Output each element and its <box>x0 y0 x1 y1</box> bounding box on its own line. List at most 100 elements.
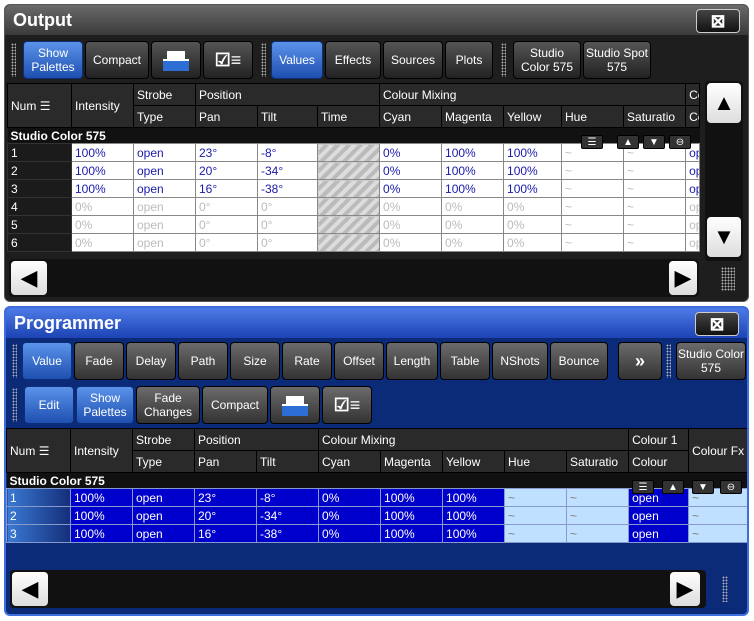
hue-column-header[interactable]: Hue <box>561 105 625 128</box>
print-button[interactable] <box>151 41 201 79</box>
checklist-button[interactable]: ☑≡ <box>203 41 253 79</box>
cyan-column-header[interactable]: Cyan <box>318 450 382 473</box>
show-palettes-button[interactable]: Show Palettes <box>23 41 83 79</box>
resize-grip[interactable] <box>722 576 728 602</box>
colour-fx-column-header[interactable]: Colour Fx <box>688 428 747 473</box>
tab-value[interactable]: Value <box>22 342 72 380</box>
horizontal-scrollbar[interactable] <box>10 570 706 608</box>
arrow-up-icon[interactable]: ▲ <box>662 480 684 494</box>
checklist-icon: ☑≡ <box>333 395 361 415</box>
magenta-column-header[interactable]: Magenta <box>441 105 505 128</box>
scroll-up-button[interactable]: ▲ <box>707 83 741 123</box>
sources-button[interactable]: Sources <box>383 41 443 79</box>
compact-button[interactable]: Compact <box>202 386 268 424</box>
colour-column-header[interactable]: Colour <box>628 450 690 473</box>
toolbar-grip[interactable] <box>666 344 671 378</box>
output-title-bar[interactable]: Output ⊠ <box>5 5 748 35</box>
print-button[interactable] <box>270 386 320 424</box>
intensity-column-header[interactable]: Intensity <box>70 428 133 473</box>
sort-icon[interactable]: ☰ <box>632 480 654 494</box>
table-row[interactable]: 60%open0°0°0%0%0%~~op <box>7 233 701 252</box>
toolbar-grip[interactable] <box>11 43 16 77</box>
studio-spot-button[interactable]: Studio Spot 575 <box>583 41 651 79</box>
tab-length[interactable]: Length <box>386 342 438 380</box>
tab-nshots[interactable]: NShots <box>492 342 548 380</box>
more-button[interactable]: » <box>618 342 662 380</box>
yellow-column-header[interactable]: Yellow <box>442 450 506 473</box>
show-palettes-button[interactable]: Show Palettes <box>76 386 134 424</box>
yellow-column-header[interactable]: Yellow <box>503 105 563 128</box>
toolbar-grip[interactable] <box>501 43 506 77</box>
compact-button[interactable]: Compact <box>85 41 149 79</box>
hue-column-header[interactable]: Hue <box>504 450 568 473</box>
scroll-right-button[interactable]: ▶ <box>670 572 700 606</box>
toolbar-grip[interactable] <box>261 43 266 77</box>
checklist-button[interactable]: ☑≡ <box>322 386 372 424</box>
studio-color-button[interactable]: Studio Color 575 <box>513 41 581 79</box>
plots-button[interactable]: Plots <box>445 41 493 79</box>
arrow-up-icon[interactable]: ▲ <box>617 135 639 149</box>
programmer-title: Programmer <box>14 313 122 333</box>
co-group-header: Co <box>685 83 701 106</box>
type-column-header[interactable]: Type <box>133 105 196 128</box>
scroll-right-button[interactable]: ▶ <box>669 261 697 295</box>
tab-rate[interactable]: Rate <box>282 342 332 380</box>
resize-grip[interactable] <box>721 267 735 291</box>
toolbar-grip[interactable] <box>12 344 17 378</box>
saturation-column-header[interactable]: Saturatio <box>623 105 687 128</box>
position-group-header: Position <box>194 83 381 106</box>
arrow-down-icon[interactable]: ▼ <box>692 480 714 494</box>
tilt-column-header[interactable]: Tilt <box>255 450 320 473</box>
num-column-header[interactable]: Num ☰ <box>7 83 72 128</box>
table-row[interactable]: 3100%open16°-38°0%100%100%~~ope <box>7 179 701 198</box>
table-row[interactable]: 2 100% open 20° -34° 0% 100% 100% ~ ~ open ~ <box>6 506 747 525</box>
tab-size[interactable]: Size <box>230 342 280 380</box>
collapse-icon[interactable]: ⊖ <box>720 480 742 494</box>
type-column-header[interactable]: Type <box>132 450 195 473</box>
horizontal-scrollbar[interactable] <box>9 259 699 297</box>
table-row[interactable]: 50%open0°0°0%0%0%~~op <box>7 215 701 234</box>
tab-delay[interactable]: Delay <box>126 342 176 380</box>
output-title: Output <box>13 10 72 30</box>
magenta-column-header[interactable]: Magenta <box>380 450 444 473</box>
output-table: Num ☰ Intensity Strobe Position Colour M… <box>7 83 701 252</box>
cyan-column-header[interactable]: Cyan <box>379 105 443 128</box>
effects-button[interactable]: Effects <box>325 41 381 79</box>
tab-bounce[interactable]: Bounce <box>550 342 608 380</box>
pan-column-header[interactable]: Pan <box>194 450 257 473</box>
toolbar-grip[interactable] <box>12 388 17 422</box>
time-column-header[interactable]: Time <box>316 105 381 128</box>
tilt-column-header[interactable]: Tilt <box>257 105 318 128</box>
pan-column-header[interactable]: Pan <box>195 105 258 128</box>
scroll-left-button[interactable]: ◀ <box>12 572 48 606</box>
tab-fade[interactable]: Fade <box>74 342 124 380</box>
position-group-header: Position <box>193 428 320 451</box>
intensity-column-header[interactable]: Intensity <box>71 83 134 128</box>
output-close-button[interactable]: ⊠ <box>696 9 740 33</box>
tab-offset[interactable]: Offset <box>334 342 384 380</box>
arrow-down-icon[interactable]: ▼ <box>643 135 665 149</box>
num-column-header[interactable]: Num ☰ <box>6 428 71 473</box>
tab-table[interactable]: Table <box>440 342 490 380</box>
strobe-group-header: Strobe <box>132 428 195 451</box>
studio-color-button[interactable]: Studio Color 575 <box>676 342 746 380</box>
table-row[interactable]: 2100%open20°-34°0%100%100%~~ope <box>7 161 701 180</box>
sort-icon[interactable]: ☰ <box>581 135 603 149</box>
values-button[interactable]: Values <box>271 41 323 79</box>
programmer-close-button[interactable]: ⊠ <box>695 312 739 336</box>
table-row[interactable]: 3 100% open 16° -38° 0% 100% 100% ~ ~ open ~ <box>6 524 747 543</box>
saturation-column-header[interactable]: Saturatio <box>566 450 630 473</box>
scroll-left-button[interactable]: ◀ <box>11 261 47 295</box>
fade-changes-button[interactable]: Fade Changes <box>136 386 200 424</box>
triangle-right-icon: ▶ <box>676 576 694 601</box>
table-row[interactable]: 40%open0°0°0%0%0%~~op <box>7 197 701 216</box>
scroll-down-button[interactable]: ▼ <box>707 217 741 257</box>
colour-mixing-group-header: Colour Mixing <box>379 83 687 106</box>
edit-button[interactable]: Edit <box>24 386 74 424</box>
co-column-header[interactable]: Co <box>685 105 701 128</box>
strobe-group-header: Strobe <box>133 83 196 106</box>
programmer-title-bar[interactable]: Programmer ⊠ <box>6 308 747 338</box>
sort-icon: ☰ <box>39 98 51 113</box>
tab-path[interactable]: Path <box>178 342 228 380</box>
collapse-icon[interactable]: ⊖ <box>669 135 691 149</box>
